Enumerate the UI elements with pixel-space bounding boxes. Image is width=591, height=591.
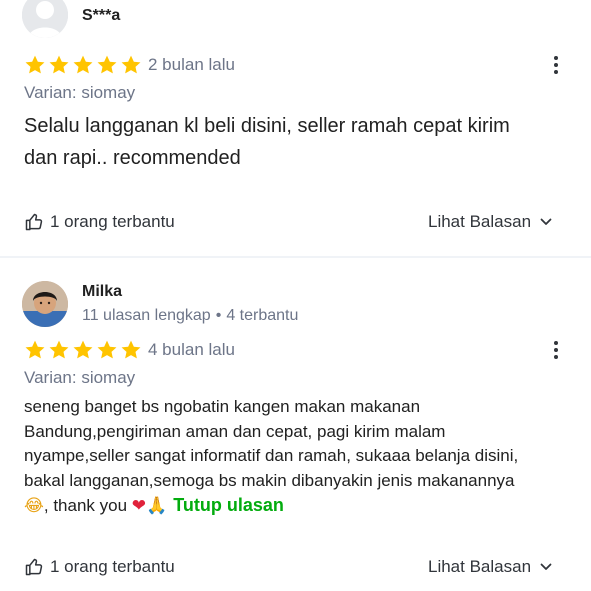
- review-text-tail: , thank you: [43, 496, 128, 515]
- star-rating: [24, 54, 142, 76]
- reviewer-meta: 11 ulasan lengkap • 4 terbantu: [82, 307, 298, 325]
- star-icon: [121, 55, 141, 74]
- star-rating: [24, 339, 142, 361]
- review-variant: Varian: siomay: [24, 368, 136, 387]
- review-card: S***a 2 bulan lalu Varian: siomay Selalu…: [0, 0, 591, 258]
- view-replies-button[interactable]: Lihat Balasan: [428, 212, 553, 232]
- review-text-line: bakal langganan,semoga bs makin dibanyak…: [24, 470, 515, 490]
- user-photo: [22, 281, 68, 327]
- praying-hands-emoji: 🙏: [146, 496, 168, 516]
- view-replies-label: Lihat Balasan: [428, 557, 532, 576]
- review-divider: [0, 256, 591, 258]
- kebab-menu-icon[interactable]: [545, 54, 567, 76]
- star-icon: [121, 340, 141, 359]
- helpful-count: 1 orang terbantu: [50, 212, 175, 231]
- star-icon: [73, 340, 93, 359]
- helpful-button[interactable]: 1 orang terbantu: [24, 557, 175, 577]
- star-icon: [49, 55, 69, 74]
- heart-emoji: ❤: [131, 496, 147, 516]
- star-icon: [97, 340, 117, 359]
- helpful-count: 1 orang terbantu: [50, 557, 175, 576]
- star-icon: [25, 340, 45, 359]
- review-variant: Varian: siomay: [24, 83, 136, 102]
- review-card: Milka 11 ulasan lengkap • 4 terbantu 4 bul…: [0, 259, 591, 591]
- helpful-button[interactable]: 1 orang terbantu: [24, 212, 175, 232]
- review-time: 4 bulan lalu: [148, 340, 235, 359]
- review-text-line: seneng banget bs ngobatin kangen makan m…: [24, 397, 421, 416]
- view-replies-button[interactable]: Lihat Balasan: [428, 557, 553, 577]
- thumbs-up-icon: [25, 213, 43, 231]
- review-text-line: dan rapi.. recommended: [24, 147, 241, 169]
- view-replies-label: Lihat Balasan: [428, 212, 532, 231]
- thumbs-up-icon: [25, 558, 43, 576]
- avatar[interactable]: [22, 0, 68, 38]
- user-avatar-placeholder-icon: [22, 0, 68, 38]
- chevron-down-icon: [540, 218, 552, 225]
- star-icon: [73, 55, 93, 74]
- reviewer-helpful-count: 4 terbantu: [226, 307, 299, 324]
- review-time: 2 bulan lalu: [148, 55, 235, 74]
- star-icon: [25, 55, 45, 74]
- collapse-review-link[interactable]: Tutup ulasan: [173, 495, 284, 515]
- review-text: Selalu langganan kl beli disini, seller …: [24, 110, 584, 174]
- review-text-line: nyampe,seller sangat informatif dan rama…: [24, 446, 519, 465]
- review-text-line: Selalu langganan kl beli disini, seller …: [24, 115, 510, 137]
- star-icon: [97, 55, 117, 74]
- avatar[interactable]: [22, 281, 68, 327]
- chevron-down-icon: [540, 563, 552, 570]
- reviewer-review-count: 11 ulasan lengkap: [82, 307, 211, 324]
- star-icon: [49, 340, 69, 359]
- meta-separator: •: [215, 307, 222, 324]
- laughing-emoji: 😂: [24, 496, 44, 516]
- review-text-line: Bandung,pengiriman aman dan cepat, pagi …: [24, 421, 446, 441]
- review-text: seneng banget bs ngobatin kangen makan m…: [24, 395, 584, 519]
- reviewer-name[interactable]: Milka: [82, 283, 122, 301]
- kebab-menu-icon[interactable]: [545, 339, 567, 361]
- reviewer-name[interactable]: S***a: [82, 7, 120, 25]
- review-text-last-line: 😂, thank you ❤🙏 Tutup ulasan: [24, 493, 584, 519]
